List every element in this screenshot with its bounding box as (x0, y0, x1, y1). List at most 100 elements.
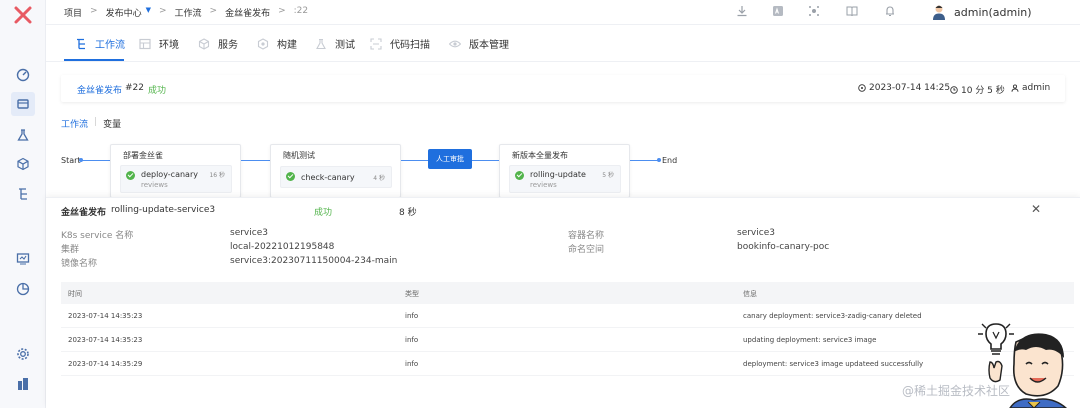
column-header-time: 时间 (68, 290, 82, 298)
field-label: 命名空间 (568, 245, 605, 255)
cell-message: deployment: service3 image updateed succ… (743, 360, 924, 368)
tab-label: 环境 (159, 40, 179, 51)
run-subtabs: 工作流 | 变量 (61, 117, 121, 130)
job-duration: 5 秒 (602, 172, 614, 179)
run-status: 成功 (148, 86, 167, 96)
breadcrumb: 项目 > 发布中心 ▼ > 工作流 > 金丝雀发布 > :22 (64, 6, 308, 19)
flask-icon[interactable] (14, 126, 32, 144)
job-name: deploy-canary (141, 170, 198, 179)
run-workflow-name[interactable]: 金丝雀发布 (77, 83, 122, 96)
manual-approval-button[interactable]: 人工审批 (428, 149, 472, 169)
workflow-icon (74, 38, 87, 50)
left-rail (0, 0, 46, 408)
gear-icon[interactable] (14, 345, 32, 363)
job-check-canary[interactable]: check-canary 4 秒 (280, 166, 392, 188)
breadcrumb-separator: > (158, 6, 167, 16)
field-label: K8s service 名称 (61, 231, 134, 241)
bell-icon[interactable] (884, 5, 896, 19)
run-start-time-text: 2023-07-14 14:25 (869, 83, 951, 93)
subtab-workflow[interactable]: 工作流 (61, 117, 88, 130)
success-icon (515, 171, 524, 180)
tab-service[interactable]: 服务 (197, 36, 238, 51)
job-detail-panel: 金丝雀发布 rolling-update-service3 成功 8 秒 ✕ K… (46, 197, 1080, 408)
breadcrumb-separator: > (90, 6, 98, 16)
tab-label: 代码扫描 (390, 40, 430, 51)
tab-workflow[interactable]: 工作流 (74, 36, 125, 51)
project-tabs: 工作流 环境 服务 构建 测试 代码扫描 版本管理 (46, 25, 1080, 62)
field-value-namespace: bookinfo-canary-poc (737, 242, 830, 252)
job-deploy-canary[interactable]: deploy-canary 16 秒 reviews (120, 165, 232, 193)
tab-version[interactable]: 版本管理 (448, 36, 509, 51)
pipeline-end: End (662, 156, 678, 165)
stage-random-test[interactable]: 随机测试 check-canary 4 秒 (270, 144, 401, 198)
close-icon[interactable]: ✕ (1031, 202, 1041, 216)
connector-line (630, 159, 658, 161)
pie-chart-icon[interactable] (14, 280, 32, 298)
chevron-down-icon[interactable]: ▼ (146, 6, 151, 19)
workflow-icon[interactable] (14, 185, 32, 203)
avatar (932, 4, 946, 20)
tab-code-scan[interactable]: 代码扫描 (369, 36, 430, 51)
build-icon (256, 37, 269, 50)
run-creator: admin (1011, 83, 1050, 93)
connector-line (472, 159, 500, 161)
user-menu[interactable]: admin(admin) (932, 4, 1032, 20)
cube-icon[interactable] (14, 155, 32, 173)
dashboard-icon[interactable] (14, 66, 32, 84)
active-tab-indicator (64, 59, 124, 61)
tab-label: 服务 (218, 40, 238, 51)
breadcrumb-release-center[interactable]: 发布中心 (106, 6, 142, 19)
zadig-logo[interactable] (13, 5, 33, 25)
run-creator-text: admin (1022, 83, 1051, 93)
column-header-type: 类型 (405, 290, 419, 298)
detail-workflow-name: 金丝雀发布 (61, 208, 107, 218)
breadcrumb-workflow[interactable]: 工作流 (175, 6, 202, 19)
table-row: 2023-07-14 14:35:29 info deployment: ser… (61, 352, 1074, 376)
tab-label: 工作流 (95, 40, 125, 51)
cell-time: 2023-07-14 14:35:29 (68, 360, 143, 368)
project-icon[interactable] (11, 92, 35, 116)
cube-icon (197, 37, 210, 50)
eye-icon (448, 38, 461, 50)
stage-deploy-canary[interactable]: 部署金丝雀 deploy-canary 16 秒 reviews (110, 144, 241, 198)
cell-message: canary deployment: service3-zadig-canary… (743, 312, 922, 320)
tab-test[interactable]: 测试 (314, 36, 355, 51)
cell-type: info (405, 336, 419, 344)
run-header: 金丝雀发布 #22 成功 2023-07-14 14:25 10 分 5 秒 a… (61, 75, 1065, 102)
field-label: 集群 (61, 245, 80, 255)
book-icon[interactable] (846, 5, 858, 19)
tab-environment[interactable]: 环境 (138, 36, 179, 51)
breadcrumb-run: :22 (293, 6, 309, 16)
detail-job-name: rolling-update-service3 (111, 205, 216, 215)
field-label: 容器名称 (568, 231, 605, 241)
tab-label: 构建 (277, 40, 297, 51)
clock-icon (858, 84, 866, 92)
run-duration: 10 分 5 秒 (950, 83, 1005, 96)
stage-title: 随机测试 (283, 151, 315, 160)
building-icon[interactable] (14, 375, 32, 393)
top-bar: 项目 > 发布中心 ▼ > 工作流 > 金丝雀发布 > :22 admin(ad… (46, 0, 1080, 25)
job-duration: 4 秒 (373, 175, 385, 182)
breadcrumb-separator: > (209, 6, 218, 16)
stage-full-release[interactable]: 新版本全量发布 rolling-update 5 秒 reviews (499, 144, 630, 198)
run-duration-text: 10 分 5 秒 (961, 86, 1005, 96)
breadcrumb-project[interactable]: 项目 (64, 6, 82, 19)
subtab-divider: | (94, 117, 98, 127)
connector-dot (657, 158, 661, 162)
subtab-variables[interactable]: 变量 (103, 117, 121, 130)
download-icon[interactable] (736, 5, 748, 19)
success-icon (126, 171, 135, 180)
tab-build[interactable]: 构建 (256, 36, 297, 51)
translate-icon[interactable] (772, 5, 784, 19)
run-start-time: 2023-07-14 14:25 (858, 83, 950, 93)
monitor-icon[interactable] (14, 250, 32, 268)
field-value-image: service3:20230711150004-234-main (230, 256, 398, 266)
breadcrumb-workflow-name[interactable]: 金丝雀发布 (225, 6, 270, 19)
job-name: rolling-update (530, 170, 586, 179)
table-header: 时间 类型 信息 (61, 282, 1074, 304)
job-rolling-update[interactable]: rolling-update 5 秒 reviews (509, 165, 621, 193)
cell-time: 2023-07-14 14:35:23 (68, 312, 143, 320)
watermark: @稀土掘金技术社区 (902, 384, 1011, 398)
network-icon[interactable] (808, 5, 820, 19)
user-name: admin(admin) (954, 5, 1032, 19)
